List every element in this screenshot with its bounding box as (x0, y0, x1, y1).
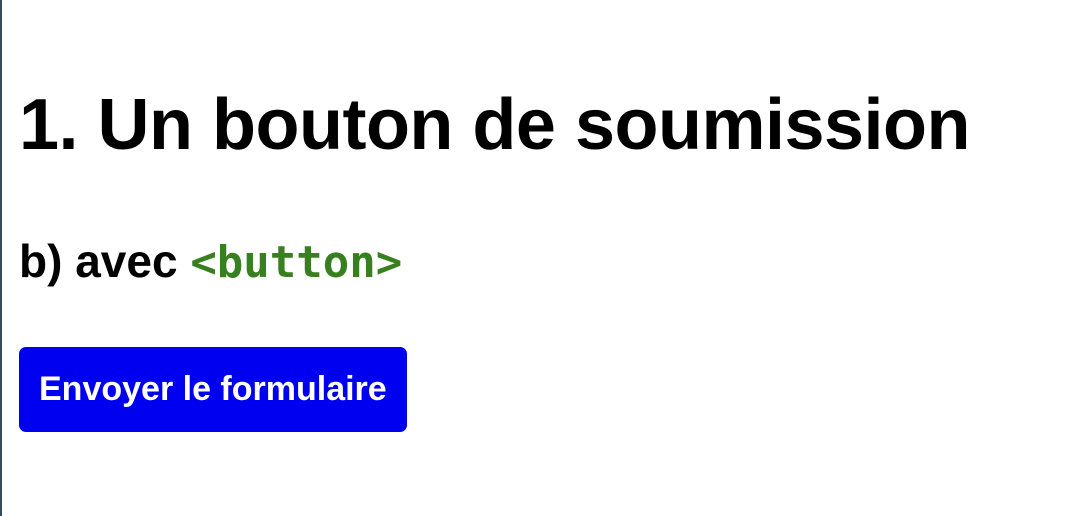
button-tag-code: <button> (190, 237, 403, 288)
window-edge (0, 0, 2, 516)
page-title: 1. Un bouton de soumission (19, 85, 971, 165)
page-content: 1. Un bouton de soumission b) avec <butt… (19, 0, 1068, 516)
section-heading-label: b) avec (19, 235, 191, 287)
submit-form-button[interactable]: Envoyer le formulaire (19, 347, 407, 432)
section-heading: b) avec <button> (19, 232, 402, 292)
